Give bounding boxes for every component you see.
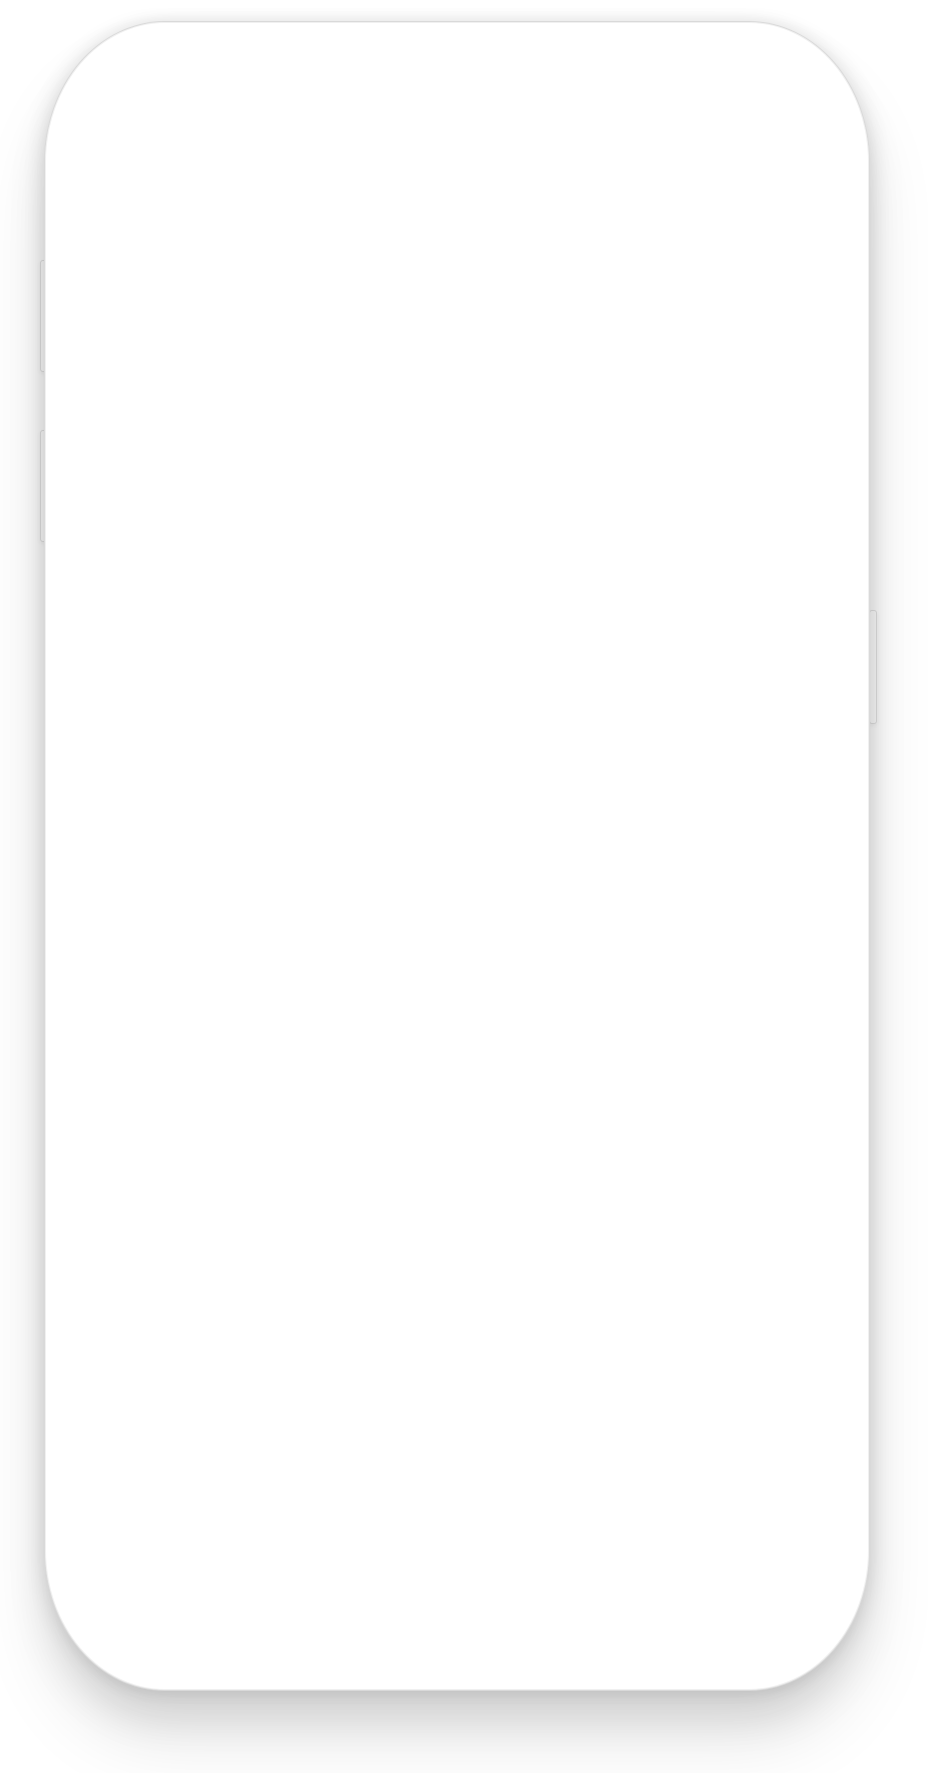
phone-frame [45,22,869,1690]
canvas [0,0,928,1773]
phone-screen[interactable] [51,28,863,1684]
power-button[interactable] [869,610,877,724]
